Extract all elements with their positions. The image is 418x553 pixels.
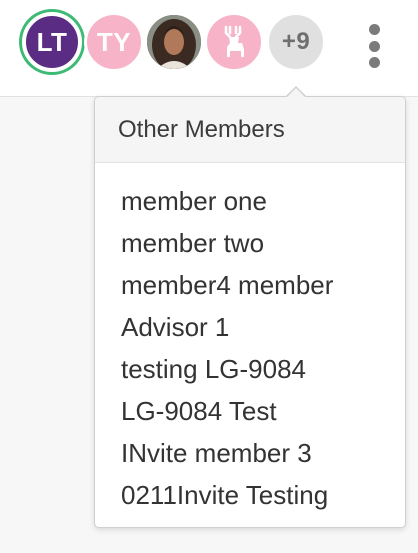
avatar-initials: LT [36, 26, 68, 57]
user-photo-icon [147, 15, 201, 69]
kebab-menu-icon[interactable] [360, 24, 388, 68]
member-item: testing LG-9084 [121, 354, 307, 384]
menu-dot [368, 24, 380, 35]
menu-dot [368, 57, 380, 68]
avatar-lt[interactable]: LT [22, 12, 82, 72]
popover-title: Other Members [95, 97, 405, 163]
members-toolbar: LT TY +9 [0, 0, 418, 97]
avatar-photo[interactable] [144, 12, 204, 72]
avatar-ty[interactable]: TY [84, 12, 144, 72]
deer-icon [224, 25, 244, 57]
avatar-initials: TY [96, 26, 132, 57]
member-item: LG-9084 Test [121, 396, 277, 426]
member-item: member4 member [121, 270, 334, 300]
member-item: member one [121, 186, 267, 216]
member-item: INvite member 3 [121, 438, 312, 468]
member-item: 0211Invite Testing [121, 480, 329, 510]
member-list: member one member two member4 member Adv… [95, 163, 405, 516]
more-members-count: +9 [281, 28, 311, 55]
member-item: member two [121, 228, 265, 258]
more-members-button[interactable]: +9 [266, 12, 326, 72]
avatar-deer[interactable] [204, 12, 264, 72]
menu-dot [368, 40, 380, 52]
member-item: Advisor 1 [121, 312, 230, 342]
popover-arrow-fill [286, 88, 306, 98]
other-members-popover: Other Members member one member two memb… [94, 96, 406, 528]
